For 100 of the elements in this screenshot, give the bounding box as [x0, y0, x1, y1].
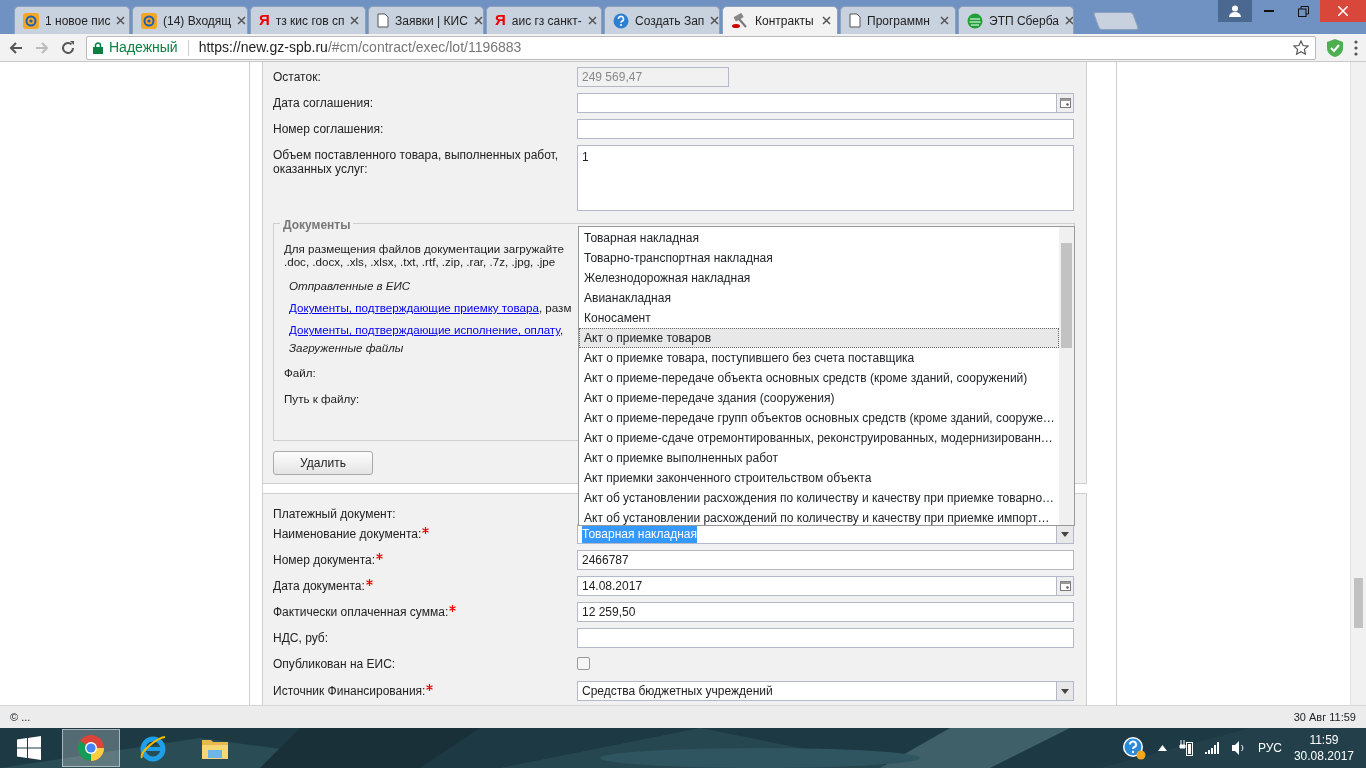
- field-label: Источник Финансирования:: [273, 681, 577, 699]
- dropdown-option[interactable]: Акт об установлении расхождений по количеству и качеству при приемке импорт…: [579, 508, 1059, 525]
- scroll-thumb[interactable]: [1354, 578, 1363, 628]
- close-icon: [1338, 6, 1348, 16]
- dropdown-option[interactable]: Акт о приеме-передаче групп объектов основных средств (кроме зданий, сооруже…: [579, 408, 1059, 428]
- status-text: © ...: [10, 709, 31, 725]
- browser-tab[interactable]: Программн: [840, 6, 956, 34]
- signal-icon[interactable]: [1204, 742, 1220, 754]
- document-icon: [377, 13, 389, 28]
- browser-tab[interactable]: Контракты: [722, 6, 838, 34]
- status-text: 30 Авг 11:59: [1293, 709, 1356, 725]
- close-icon[interactable]: [473, 16, 483, 25]
- dropdown-option[interactable]: Авианакладная: [579, 288, 1059, 308]
- minimize-icon: [1264, 10, 1274, 12]
- menu-icon[interactable]: [1354, 39, 1358, 56]
- field-label: Номер соглашения:: [273, 121, 385, 137]
- browser-tab[interactable]: Заявки | КИС: [368, 6, 484, 34]
- browser-tab[interactable]: Создать Зап: [604, 6, 720, 34]
- close-icon[interactable]: [116, 16, 126, 25]
- user-icon: [1229, 5, 1241, 17]
- field-label: Путь к файлу:: [284, 392, 360, 406]
- taskbar-app[interactable]: [62, 729, 120, 767]
- select-field[interactable]: Средства бюджетных учреждений: [577, 681, 1074, 701]
- checkbox[interactable]: [577, 657, 590, 670]
- close-icon[interactable]: [587, 16, 597, 25]
- field-label: Наименование документа:: [273, 524, 577, 542]
- gavel-icon: [731, 12, 749, 29]
- user-button[interactable]: [1218, 0, 1252, 22]
- close-icon[interactable]: [1064, 16, 1073, 25]
- lock-icon: [93, 41, 103, 54]
- caret-icon: [1061, 531, 1069, 537]
- windows-icon: [17, 736, 41, 760]
- clock-time[interactable]: 11:59: [1293, 731, 1354, 748]
- clock-date[interactable]: 30.08.2017: [1293, 748, 1354, 765]
- browser-tab[interactable]: 1 новое пис: [14, 6, 130, 34]
- dropdown-option[interactable]: Коносамент: [579, 308, 1059, 328]
- document-icon: [849, 13, 861, 28]
- back-icon[interactable]: [8, 39, 24, 56]
- input-field[interactable]: [577, 119, 1074, 139]
- mail-icon: [141, 12, 157, 29]
- language-indicator[interactable]: РУС: [1257, 739, 1282, 757]
- delete-button[interactable]: Удалить: [273, 451, 373, 475]
- close-icon[interactable]: [940, 16, 949, 25]
- date-field[interactable]: 14.08.2017: [577, 576, 1074, 596]
- input-field[interactable]: 2466787: [577, 550, 1074, 570]
- calendar-icon[interactable]: [1059, 98, 1071, 108]
- dropdown-option[interactable]: Акт о приеме-передаче здания (сооружения): [579, 388, 1059, 408]
- dropdown-option[interactable]: Акт о приеме-сдаче отремонтированных, реконструированных, модернизированн…: [579, 428, 1059, 448]
- volume-icon[interactable]: [1231, 741, 1246, 755]
- chrome-icon: [77, 734, 105, 762]
- field-label: НДС, руб:: [273, 630, 329, 646]
- browser-tab[interactable]: ЭТП Сберба: [958, 6, 1074, 34]
- up-arrow-icon[interactable]: [1157, 745, 1167, 751]
- browser-tab[interactable]: (14) Входящ: [132, 6, 248, 34]
- browser-tab[interactable]: Я аис гз санкт-: [486, 6, 602, 34]
- field-label: Платежный документ:: [273, 506, 397, 522]
- field-label: Номер документа:: [273, 550, 577, 568]
- address-bar[interactable]: Надежный https://new.gz-spb.ru/#cm/contract/exec/lot/1196883: [86, 35, 1316, 60]
- browser-tab[interactable]: Я тз кис гов сп: [250, 6, 366, 34]
- battery-icon[interactable]: [1178, 740, 1193, 756]
- scroll-thumb[interactable]: [1061, 243, 1072, 348]
- dropdown-option[interactable]: Акт о приеме-передаче объекта основных средств (кроме зданий, сооружений): [579, 368, 1059, 388]
- shield-icon[interactable]: [1326, 37, 1344, 58]
- hint-text: Для размещения файлов документации загружайте: [284, 242, 564, 256]
- date-field[interactable]: [577, 93, 1074, 113]
- close-icon[interactable]: [237, 16, 247, 25]
- dropdown-option[interactable]: Акт приемки законченного строительством объекта: [579, 468, 1059, 488]
- field-label: Дата документа:: [273, 576, 577, 594]
- scrollbar[interactable]: [1059, 227, 1074, 525]
- sber-icon: [967, 12, 983, 29]
- star-icon[interactable]: [1293, 39, 1309, 56]
- document-link[interactable]: Документы, подтверждающие приемку товара: [289, 301, 539, 314]
- dropdown-option[interactable]: Акт о приемке товаров: [579, 328, 1059, 348]
- dropdown-option[interactable]: Товарно-транспортная накладная: [579, 248, 1059, 268]
- input-field[interactable]: [577, 628, 1074, 648]
- input-field[interactable]: 12 259,50: [577, 602, 1074, 622]
- close-icon[interactable]: [710, 16, 719, 25]
- close-icon[interactable]: [822, 16, 831, 25]
- field-label: Объем поставленного товара, выполненных работ, оказанных услуг:: [273, 147, 560, 177]
- help-icon: [613, 12, 629, 29]
- field-label: Остаток:: [273, 69, 322, 85]
- reload-icon[interactable]: [60, 39, 76, 56]
- close-icon[interactable]: [350, 16, 360, 25]
- input-field: 249 569,47: [577, 67, 729, 87]
- text-area[interactable]: 1: [577, 145, 1074, 211]
- help-icon[interactable]: [1121, 736, 1146, 760]
- document-link[interactable]: Документы, подтверждающие исполнение, оплату: [289, 323, 560, 337]
- restore-icon: [1297, 5, 1309, 17]
- security-label: Надежный: [109, 38, 178, 57]
- browser-icon: [139, 734, 167, 762]
- dropdown-option[interactable]: Акт о приемке выполненных работ: [579, 448, 1059, 468]
- dropdown-option[interactable]: Железнодорожная накладная: [579, 268, 1059, 288]
- mail-icon: [23, 12, 39, 29]
- dropdown-option[interactable]: Акт об установлении расхождения по количеству и качеству при приемке товарно…: [579, 488, 1059, 508]
- scrollbar[interactable]: [1350, 62, 1366, 705]
- dropdown-option[interactable]: Товарная накладная: [579, 228, 1059, 248]
- calendar-icon[interactable]: [1059, 581, 1071, 591]
- yandex-icon: Я: [495, 9, 506, 32]
- field-label: Дата соглашения:: [273, 95, 374, 111]
- dropdown-option[interactable]: Акт о приемке товара, поступившего без счета поставщика: [579, 348, 1059, 368]
